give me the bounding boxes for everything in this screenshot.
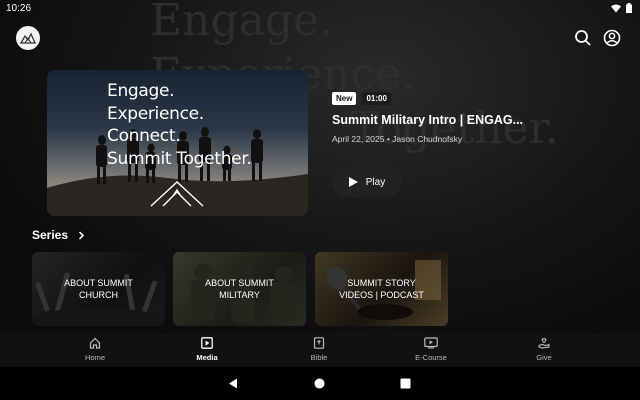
nav-label: Bible bbox=[310, 353, 328, 362]
series-title: Series bbox=[32, 228, 69, 242]
new-badge: New bbox=[332, 92, 357, 105]
home-circle-icon[interactable] bbox=[314, 378, 325, 389]
series-header[interactable]: Series bbox=[32, 228, 85, 242]
nav-item-bible[interactable]: Bible bbox=[289, 337, 349, 362]
play-button[interactable]: Play bbox=[332, 167, 402, 197]
nav-item-media[interactable]: Media bbox=[177, 337, 237, 362]
duration-badge: 01:00 bbox=[362, 92, 391, 105]
status-icons bbox=[611, 3, 632, 13]
media-icon bbox=[201, 337, 213, 349]
nav-label: Home bbox=[84, 353, 105, 362]
hero-image-text: Engage. Experience. Connect. Summit Toge… bbox=[107, 81, 252, 169]
summit-logo-icon bbox=[20, 32, 36, 44]
nav-label: Media bbox=[196, 353, 218, 362]
account-icon[interactable] bbox=[602, 28, 622, 48]
featured-video-thumbnail[interactable]: Engage. Experience. Connect. Summit Toge… bbox=[47, 70, 308, 216]
nav-item-ecourse[interactable]: E-Course bbox=[401, 337, 461, 362]
nav-label: E-Course bbox=[415, 353, 447, 362]
wifi-icon bbox=[611, 4, 621, 12]
series-card-label: ABOUT SUMMIT CHURCH bbox=[64, 278, 133, 300]
nav-item-give[interactable]: Give bbox=[514, 337, 574, 362]
back-icon[interactable] bbox=[228, 378, 238, 389]
chevron-right-icon bbox=[79, 230, 85, 240]
battery-icon bbox=[626, 3, 632, 13]
featured-video-info: New 01:00 Summit Military Intro | ENGAG.… bbox=[332, 92, 523, 144]
recents-icon[interactable] bbox=[400, 378, 411, 389]
play-icon bbox=[348, 177, 358, 187]
series-card[interactable]: ABOUT SUMMIT MILITARY bbox=[173, 252, 306, 326]
home-icon bbox=[89, 337, 101, 349]
status-bar: 10:26 bbox=[0, 0, 640, 18]
series-card[interactable]: ABOUT SUMMIT CHURCH bbox=[32, 252, 165, 326]
series-card[interactable]: SUMMIT STORY VIDEOS | PODCAST bbox=[315, 252, 448, 326]
video-subtitle: April 22, 2025 • Jason Chudnofsky bbox=[332, 134, 463, 144]
app-logo[interactable] bbox=[16, 26, 40, 50]
search-icon[interactable] bbox=[573, 28, 593, 48]
bible-icon bbox=[313, 337, 325, 349]
system-navigation-bar bbox=[0, 367, 640, 400]
status-time: 10:26 bbox=[6, 3, 32, 14]
ecourse-icon bbox=[424, 337, 438, 349]
give-icon bbox=[538, 338, 550, 349]
bottom-navigation: Home Media Bible E-Course Give bbox=[0, 333, 640, 367]
video-title[interactable]: Summit Military Intro | ENGAG... bbox=[332, 113, 523, 127]
series-card-label: ABOUT SUMMIT MILITARY bbox=[205, 278, 274, 300]
nav-label: Give bbox=[536, 353, 552, 362]
nav-item-home[interactable]: Home bbox=[65, 337, 125, 362]
play-label: Play bbox=[365, 176, 386, 188]
series-card-label: SUMMIT STORY VIDEOS | PODCAST bbox=[339, 278, 424, 300]
